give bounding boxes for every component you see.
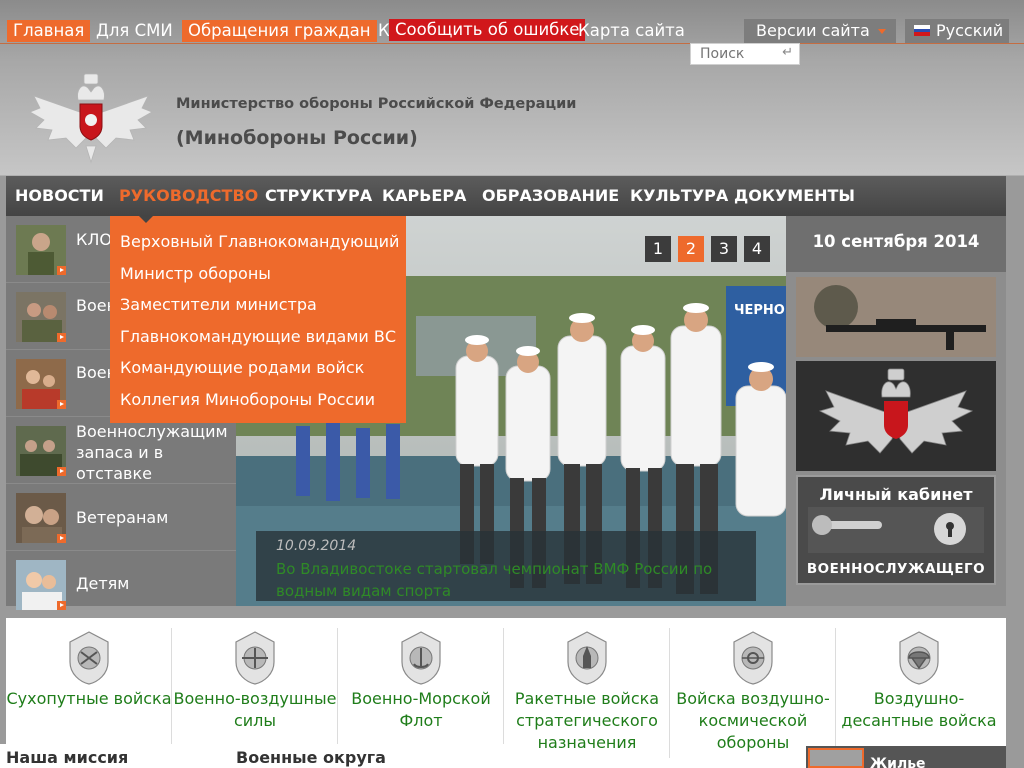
news-date: 10.09.2014 <box>276 538 357 554</box>
slider-page-1[interactable]: 1 <box>645 236 671 262</box>
site-versions-dropdown[interactable]: Версии сайта <box>744 19 896 43</box>
org-short-name: (Минобороны России) <box>176 127 418 149</box>
nav-structure[interactable]: СТРУКТУРА <box>265 176 372 216</box>
sidebar-item-label: Детям <box>76 574 130 593</box>
chevron-down-icon <box>878 29 886 34</box>
top-link-citizen-appeals[interactable]: Обращения граждан <box>182 20 377 42</box>
language-label: Русский <box>936 21 1004 40</box>
menu-item-ministry-board[interactable]: Коллегия Минобороны России <box>110 387 406 419</box>
officers-photo-thumb <box>16 292 66 342</box>
housing-label: Жилье <box>870 756 926 768</box>
nav-news[interactable]: НОВОСТИ <box>15 176 104 216</box>
troop-label: Воздушно-десантные войска <box>841 689 997 730</box>
arrow-right-icon <box>57 601 66 610</box>
personal-cabinet-banner[interactable]: Личный кабинет ВОЕННОСЛУЖАЩЕГО <box>796 475 996 585</box>
slider-caption: 10.09.2014 Во Владивостоке стартовал чем… <box>256 531 756 601</box>
leadership-dropdown-menu: Верховный Главнокомандующий Министр обор… <box>110 216 406 423</box>
sniper-banner[interactable] <box>796 277 996 357</box>
sidebar-item-reserve[interactable]: Военнослужащим запаса и в отставке <box>6 417 236 484</box>
sidebar-item-children[interactable]: Детям <box>6 551 236 618</box>
housing-thumb <box>808 748 864 768</box>
ground-forces-emblem-icon <box>69 631 109 685</box>
missile-forces-emblem-icon <box>567 631 607 685</box>
top-link-home[interactable]: Главная <box>7 20 91 42</box>
troop-label: Сухопутные войска <box>6 689 172 708</box>
menu-item-branch-commanders[interactable]: Командующие родами войск <box>110 355 406 387</box>
report-error-button[interactable]: Сообщить об ошибке <box>389 19 586 41</box>
family-photo-thumb <box>16 359 66 409</box>
sidebar-item-label: Военнослужащим запаса и в отставке <box>76 422 228 483</box>
menu-item-defense-minister[interactable]: Министр обороны <box>110 261 406 293</box>
eagle-emblem-icon <box>796 361 996 471</box>
troop-aerospace-defense[interactable]: Войска воздушно-космической обороны <box>670 628 836 758</box>
arrow-right-icon <box>57 266 66 275</box>
arrow-right-icon <box>57 333 66 342</box>
troop-label: Военно-воздушные силы <box>173 689 337 730</box>
arrow-right-icon <box>57 467 66 476</box>
troop-airborne[interactable]: Воздушно-десантные войска <box>836 628 1002 758</box>
mission-title[interactable]: Наша миссия <box>6 748 128 767</box>
language-selector[interactable]: Русский <box>905 19 1009 43</box>
nav-education[interactable]: ОБРАЗОВАНИЕ <box>482 176 619 216</box>
main-navigation: НОВОСТИ РУКОВОДСТВО СТРУКТУРА КАРЬЕРА ОБ… <box>6 176 1006 216</box>
arrow-right-icon <box>57 400 66 409</box>
menu-item-commanders-in-chief[interactable]: Главнокомандующие видами ВС <box>110 324 406 356</box>
troop-air-force[interactable]: Военно-воздушные силы <box>172 628 338 758</box>
aerospace-defense-emblem-icon <box>733 631 773 685</box>
housing-banner[interactable]: Жилье <box>806 746 1006 768</box>
districts-title[interactable]: Военные округа <box>236 748 386 767</box>
sniper-image <box>796 277 996 357</box>
menu-item-supreme-commander[interactable]: Верховный Главнокомандующий <box>110 229 406 261</box>
air-force-emblem-icon <box>235 631 275 685</box>
navy-emblem-icon <box>401 631 441 685</box>
top-link-press[interactable]: Для СМИ <box>94 20 175 42</box>
banner-text: ЧЕРНО <box>734 303 785 318</box>
nav-active-pointer <box>139 216 153 223</box>
veterans-photo-thumb <box>16 493 66 543</box>
nav-culture[interactable]: КУЛЬТУРА <box>630 176 728 216</box>
troop-strategic-missile[interactable]: Ракетные войска стратегического назначен… <box>504 628 670 758</box>
airborne-emblem-icon <box>899 631 939 685</box>
sidebar-item-veterans[interactable]: Ветеранам <box>6 484 236 551</box>
cabinet-title: Личный кабинет <box>819 485 973 504</box>
cabinet-subtitle: ВОЕННОСЛУЖАЩЕГО <box>806 561 986 577</box>
slider-page-3[interactable]: 3 <box>711 236 737 262</box>
troop-navy[interactable]: Военно-Морской Флот <box>338 628 504 758</box>
emblem-banner[interactable] <box>796 361 996 471</box>
troop-ground-forces[interactable]: Сухопутные войска <box>6 628 172 758</box>
enter-icon[interactable]: ↵ <box>782 45 793 60</box>
troop-label: Ракетные войска стратегического назначен… <box>514 689 660 752</box>
top-link-sitemap[interactable]: Карта сайта <box>576 20 687 42</box>
arrow-right-icon <box>57 534 66 543</box>
russian-flag-icon <box>914 25 930 36</box>
troop-label: Военно-Морской Флот <box>351 689 491 730</box>
reserve-photo-thumb <box>16 426 66 476</box>
current-date: 10 сентября 2014 <box>786 216 1006 272</box>
news-headline-link[interactable]: Во Владивостоке стартовал чемпионат ВМФ … <box>276 558 736 602</box>
double-headed-eagle-emblem-icon[interactable] <box>26 68 156 164</box>
nav-career[interactable]: КАРЬЕРА <box>382 176 466 216</box>
search-input[interactable] <box>691 44 775 64</box>
sidebar-item-label: Ветеранам <box>76 508 169 527</box>
search-box: ↵ <box>690 43 800 65</box>
nav-leadership[interactable]: РУКОВОДСТВО <box>119 176 258 216</box>
troop-label: Войска воздушно-космической обороны <box>676 689 830 752</box>
slider-page-4[interactable]: 4 <box>744 236 770 262</box>
slider-page-2[interactable]: 2 <box>678 236 704 262</box>
site-versions-label: Версии сайта <box>756 21 870 40</box>
org-full-name: Министерство обороны Российской Федераци… <box>176 96 577 112</box>
nav-documents[interactable]: ДОКУМЕНТЫ <box>734 176 855 216</box>
children-photo-thumb <box>16 560 66 610</box>
topbar-divider <box>0 43 1024 44</box>
soldier-photo-thumb <box>16 225 66 275</box>
menu-item-deputy-ministers[interactable]: Заместители министра <box>110 292 406 324</box>
